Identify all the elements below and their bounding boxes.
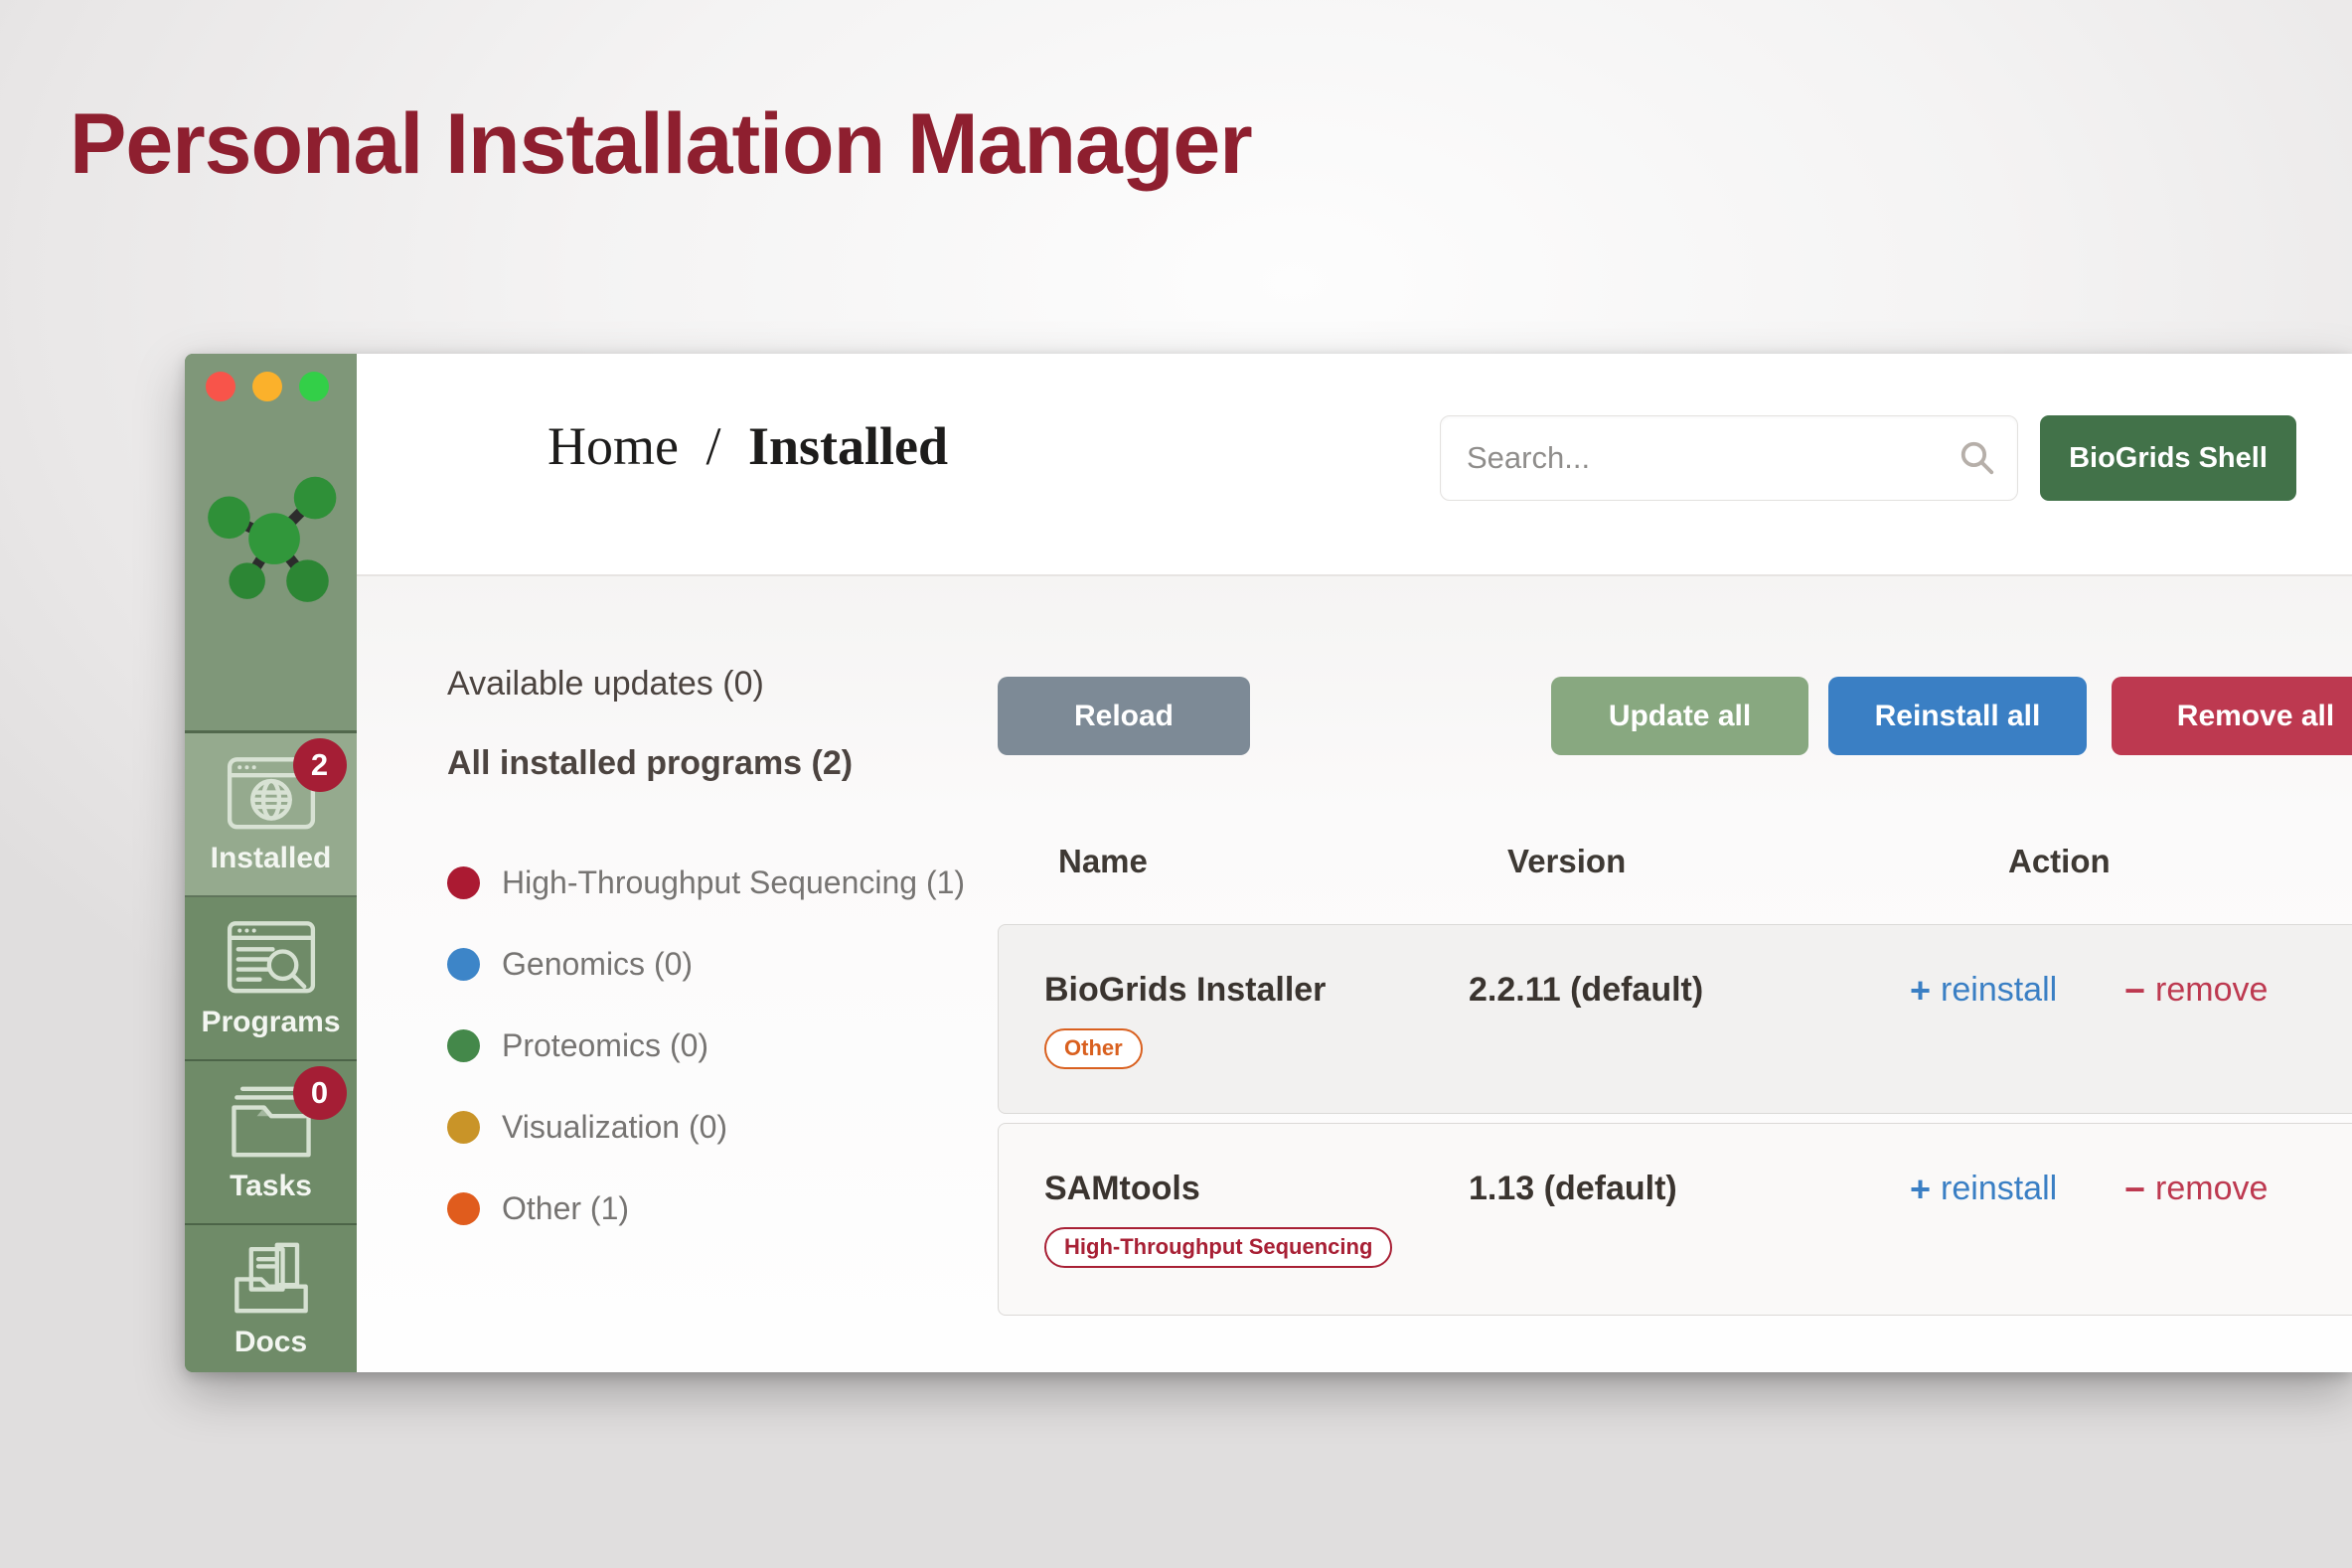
available-updates-text: Available updates (0)	[447, 664, 1004, 704]
category-tag: Other	[1044, 1028, 1143, 1069]
reload-button[interactable]: Reload	[998, 677, 1250, 755]
minimize-window-button[interactable]	[252, 372, 282, 401]
sidebar-item-tasks[interactable]: 0 Tasks	[185, 1061, 357, 1225]
programs-search-icon	[224, 919, 319, 997]
program-row-biogrids-installer: BioGrids Installer 2.2.11 (default) + re…	[998, 924, 2352, 1114]
plus-icon: +	[1910, 1172, 1931, 1207]
remove-link[interactable]: − remove	[2124, 1170, 2268, 1208]
category-dot	[447, 948, 480, 981]
sidebar-item-docs[interactable]: Docs	[185, 1225, 357, 1372]
category-dot	[447, 1192, 480, 1225]
program-name: BioGrids Installer	[1044, 971, 1326, 1010]
installed-icon-wrap: 2	[222, 754, 321, 834]
column-header-name: Name	[1058, 843, 1148, 880]
maximize-window-button[interactable]	[299, 372, 329, 401]
category-label: High-Throughput Sequencing (1)	[502, 864, 965, 900]
sidebar-item-programs[interactable]: Programs	[185, 897, 357, 1061]
category-dot	[447, 866, 480, 899]
reinstall-label: reinstall	[1941, 971, 2057, 1010]
app-window: 2 Installed	[185, 354, 2352, 1372]
programs-panel: Reload Update all Reinstall all Remove a…	[998, 576, 2352, 1372]
breadcrumb-separator: /	[706, 416, 720, 476]
remove-label: remove	[2155, 971, 2268, 1010]
breadcrumb: Home / Installed	[548, 415, 948, 477]
sidebar-item-label: Installed	[211, 842, 332, 875]
tasks-count-badge: 0	[293, 1066, 347, 1120]
category-dot	[447, 1111, 480, 1144]
minus-icon: −	[2124, 973, 2145, 1009]
category-list: High-Throughput Sequencing (1) Genomics …	[447, 864, 1004, 1226]
column-header-version: Version	[1507, 843, 1626, 880]
docs-folder-icon	[224, 1239, 319, 1317]
category-item-high-throughput-sequencing[interactable]: High-Throughput Sequencing (1)	[447, 864, 1004, 900]
category-item-genomics[interactable]: Genomics (0)	[447, 946, 1004, 982]
all-installed-text: All installed programs (2)	[447, 743, 1004, 783]
tasks-icon-wrap: 0	[222, 1082, 321, 1162]
update-all-button[interactable]: Update all	[1551, 677, 1808, 755]
category-label: Visualization (0)	[502, 1109, 727, 1145]
sidebar-item-installed[interactable]: 2 Installed	[185, 733, 357, 897]
programs-icon-wrap	[222, 918, 321, 998]
molecule-logo-icon	[196, 457, 347, 608]
category-item-other[interactable]: Other (1)	[447, 1190, 1004, 1226]
reinstall-link[interactable]: + reinstall	[1910, 1170, 2057, 1208]
reinstall-link[interactable]: + reinstall	[1910, 971, 2057, 1010]
sidebar-item-label: Docs	[235, 1326, 307, 1359]
installed-count-badge: 2	[293, 738, 347, 792]
minus-icon: −	[2124, 1172, 2145, 1207]
category-item-visualization[interactable]: Visualization (0)	[447, 1109, 1004, 1145]
category-label: Genomics (0)	[502, 946, 693, 982]
search-input[interactable]	[1440, 415, 2018, 501]
close-window-button[interactable]	[206, 372, 235, 401]
summary-panel: Available updates (0) All installed prog…	[447, 664, 1004, 1272]
remove-all-button[interactable]: Remove all	[2112, 677, 2352, 755]
sidebar: 2 Installed	[185, 354, 357, 1372]
plus-icon: +	[1910, 973, 1931, 1009]
breadcrumb-home-link[interactable]: Home	[548, 416, 679, 476]
remove-link[interactable]: − remove	[2124, 971, 2268, 1010]
program-name: SAMtools	[1044, 1170, 1200, 1208]
category-tag: High-Throughput Sequencing	[1044, 1227, 1392, 1268]
page-title: Personal Installation Manager	[70, 95, 1252, 194]
category-label: Other (1)	[502, 1190, 629, 1226]
program-version: 2.2.11 (default)	[1469, 971, 1703, 1010]
category-item-proteomics[interactable]: Proteomics (0)	[447, 1027, 1004, 1063]
program-version: 1.13 (default)	[1469, 1170, 1677, 1208]
biogrids-shell-button[interactable]: BioGrids Shell	[2040, 415, 2296, 501]
table-header: Name Version Action	[998, 843, 2352, 882]
program-row-samtools: SAMtools 1.13 (default) + reinstall − re…	[998, 1123, 2352, 1316]
window-controls	[185, 354, 357, 401]
main-area: Home / Installed BioGrids Shell Availabl…	[357, 354, 2352, 1372]
search-box	[1440, 415, 2018, 501]
category-label: Proteomics (0)	[502, 1027, 708, 1063]
header: Home / Installed BioGrids Shell	[357, 354, 2352, 576]
docs-icon-wrap	[222, 1238, 321, 1318]
search-icon	[1959, 439, 1996, 477]
reinstall-all-button[interactable]: Reinstall all	[1828, 677, 2087, 755]
category-dot	[447, 1029, 480, 1062]
breadcrumb-current: Installed	[748, 416, 948, 476]
column-header-action: Action	[2008, 843, 2111, 880]
sidebar-item-label: Tasks	[230, 1170, 312, 1203]
remove-label: remove	[2155, 1170, 2268, 1208]
sidebar-item-label: Programs	[201, 1006, 340, 1039]
sidebar-logo-area	[185, 354, 357, 733]
reinstall-label: reinstall	[1941, 1170, 2057, 1208]
content-area: Available updates (0) All installed prog…	[357, 576, 2352, 1372]
